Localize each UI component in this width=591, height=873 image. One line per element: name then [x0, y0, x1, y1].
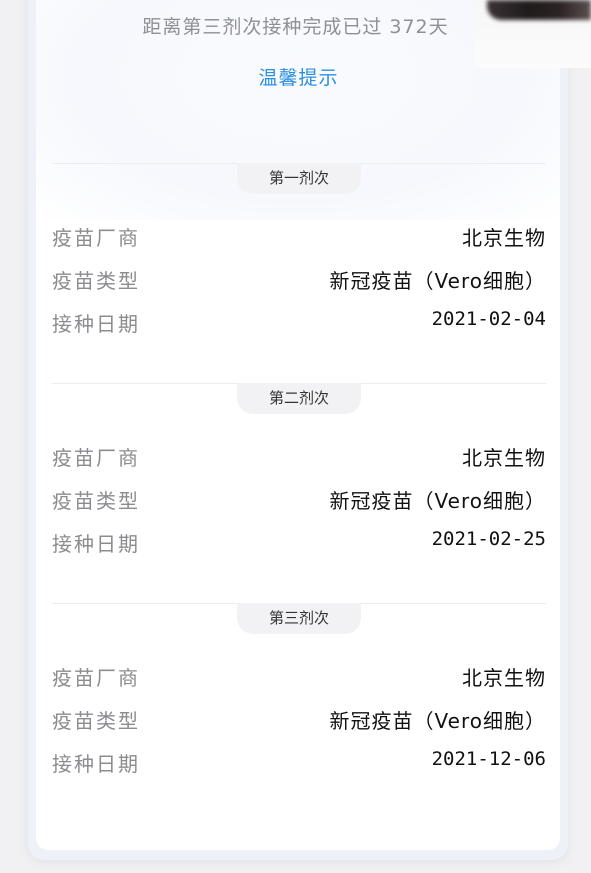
vaccine-type-value: 新冠疫苗（Vero细胞） [329, 269, 546, 293]
vaccination-date-row: 接种日期 2021-02-04 [52, 308, 546, 338]
vaccine-type-label: 疫苗类型 [52, 269, 140, 293]
vaccination-date-value: 2021-02-04 [431, 308, 546, 330]
dose-title-badge: 第三剂次 [237, 603, 361, 634]
warm-tips-link[interactable]: 温馨提示 [0, 63, 591, 90]
manufacturer-row: 疫苗厂商 北京生物 [52, 442, 546, 472]
vaccine-type-value: 新冠疫苗（Vero细胞） [329, 709, 546, 733]
manufacturer-row: 疫苗厂商 北京生物 [52, 662, 546, 692]
vaccine-type-row: 疫苗类型 新冠疫苗（Vero细胞） [52, 485, 546, 515]
vaccine-type-label: 疫苗类型 [52, 709, 140, 733]
vaccine-type-row: 疫苗类型 新冠疫苗（Vero细胞） [52, 265, 546, 295]
manufacturer-value: 北京生物 [462, 226, 546, 250]
manufacturer-label: 疫苗厂商 [52, 666, 140, 690]
manufacturer-label: 疫苗厂商 [52, 226, 140, 250]
vaccination-date-label: 接种日期 [52, 752, 140, 776]
vaccine-type-value: 新冠疫苗（Vero细胞） [329, 489, 546, 513]
days-since-last-dose-text: 距离第三剂次接种完成已过 372天 [142, 16, 449, 38]
manufacturer-label: 疫苗厂商 [52, 446, 140, 470]
manufacturer-row: 疫苗厂商 北京生物 [52, 222, 546, 252]
vaccination-date-label: 接种日期 [52, 312, 140, 336]
vaccination-record-page: 距离第三剂次接种完成已过 372天 温馨提示 第一剂次 疫苗厂商 北京生物 疫苗… [0, 0, 591, 873]
dose-title-badge: 第二剂次 [237, 383, 361, 414]
vaccine-type-label: 疫苗类型 [52, 489, 140, 513]
vaccination-date-row: 接种日期 2021-12-06 [52, 748, 546, 778]
vaccination-date-value: 2021-02-25 [431, 528, 546, 550]
vaccination-date-value: 2021-12-06 [431, 748, 546, 770]
vaccination-date-row: 接种日期 2021-02-25 [52, 528, 546, 558]
dose-title-badge: 第一剂次 [237, 163, 361, 194]
vaccination-date-label: 接种日期 [52, 532, 140, 556]
manufacturer-value: 北京生物 [462, 446, 546, 470]
vaccine-type-row: 疫苗类型 新冠疫苗（Vero细胞） [52, 705, 546, 735]
manufacturer-value: 北京生物 [462, 666, 546, 690]
